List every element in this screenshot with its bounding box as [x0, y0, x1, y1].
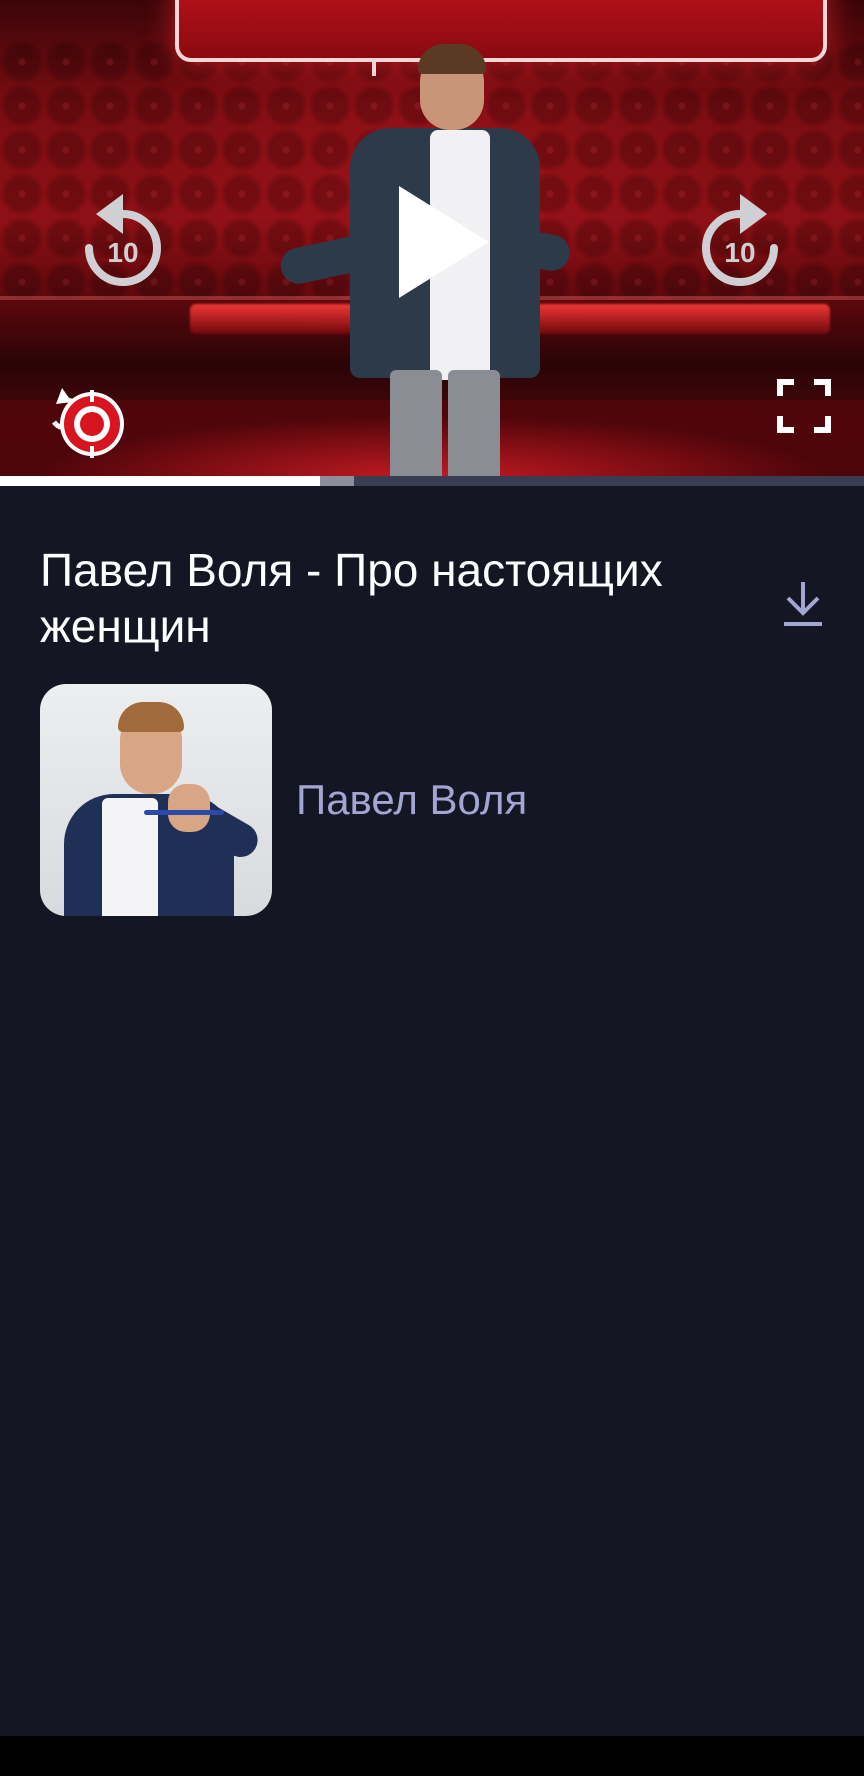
fullscreen-icon	[777, 379, 831, 433]
progress-bar[interactable]	[0, 476, 864, 486]
video-title: Павел Воля - Про настоящих женщин	[40, 544, 663, 652]
replay-10-icon: 10	[85, 194, 161, 286]
forward-10-icon: 10	[702, 194, 778, 286]
progress-played	[0, 476, 320, 486]
play-button[interactable]	[385, 180, 495, 304]
rewind-10-button[interactable]: 10	[78, 186, 168, 290]
artist-name-link[interactable]: Павел Воля	[296, 775, 527, 825]
rewind-seconds-label: 10	[107, 237, 138, 268]
download-icon	[784, 582, 822, 626]
forward-10-button[interactable]: 10	[695, 186, 785, 290]
artist-avatar[interactable]	[40, 684, 272, 916]
artist-card[interactable]: Павел Воля	[40, 684, 740, 916]
channel-logo-icon	[51, 388, 124, 458]
fullscreen-button[interactable]	[776, 378, 832, 434]
play-icon	[399, 186, 489, 298]
system-navigation-bar	[0, 1736, 864, 1776]
download-button[interactable]	[780, 578, 826, 628]
channel-logo	[34, 380, 130, 460]
forward-seconds-label: 10	[724, 237, 755, 268]
video-player[interactable]: 10 10	[0, 0, 864, 486]
app-screen: 10 10 Павел Воля - Про настоящих женщин …	[0, 0, 864, 1776]
